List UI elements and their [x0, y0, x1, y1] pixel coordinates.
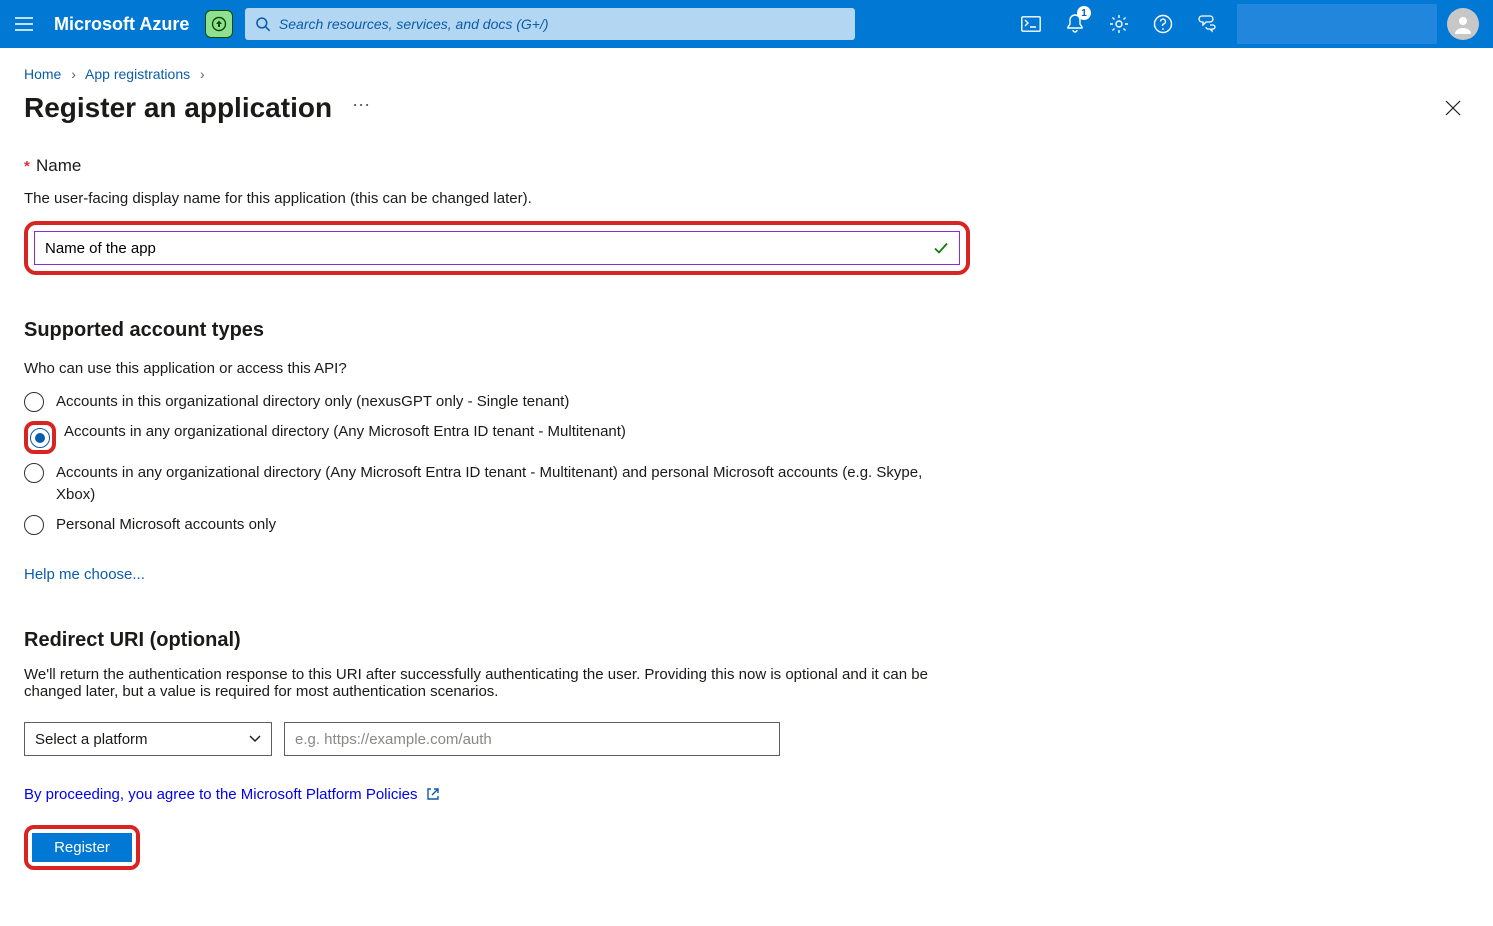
global-search[interactable]: [245, 8, 855, 40]
radio-personal-only[interactable]: Personal Microsoft accounts only: [24, 514, 956, 536]
avatar-button[interactable]: [1447, 8, 1479, 40]
register-button[interactable]: Register: [32, 833, 132, 862]
radio-label: Personal Microsoft accounts only: [56, 514, 276, 536]
breadcrumb-home[interactable]: Home: [24, 66, 61, 82]
notifications-button[interactable]: 1: [1053, 0, 1097, 48]
radio-multitenant[interactable]: Accounts in any organizational directory…: [24, 421, 956, 454]
close-button[interactable]: [1437, 92, 1469, 124]
platform-select[interactable]: Select a platform: [24, 722, 272, 756]
radio-icon: [24, 463, 44, 483]
global-search-input[interactable]: [271, 16, 845, 32]
register-highlight: Register: [24, 825, 140, 870]
account-types-radio-group: Accounts in this organizational director…: [24, 391, 956, 536]
name-input[interactable]: [45, 240, 933, 257]
form-body: * Name The user-facing display name for …: [0, 124, 980, 894]
top-bar: Microsoft Azure 1: [0, 0, 1493, 48]
policies-text: By proceeding, you agree to the Microsof…: [24, 786, 418, 803]
radio-label: Accounts in any organizational directory…: [56, 462, 956, 506]
chevron-right-icon: ›: [71, 66, 76, 82]
redirect-uri-description: We'll return the authentication response…: [24, 666, 944, 700]
person-icon: [1453, 14, 1473, 34]
feedback-icon: [1197, 14, 1217, 34]
radio-multitenant-personal[interactable]: Accounts in any organizational directory…: [24, 462, 956, 506]
cloud-shell-button[interactable]: [1009, 0, 1053, 48]
name-label-row: * Name: [24, 156, 956, 176]
search-icon: [255, 16, 271, 32]
chevron-down-icon: [249, 735, 261, 743]
radio-icon: [24, 515, 44, 535]
external-link-icon: [426, 787, 440, 801]
radio-label: Accounts in this organizational director…: [56, 391, 569, 413]
radio-icon: [24, 392, 44, 412]
radio-highlight: [24, 421, 56, 454]
required-mark: *: [24, 158, 30, 175]
name-description: The user-facing display name for this ap…: [24, 190, 956, 207]
redirect-uri-input[interactable]: [284, 722, 780, 756]
page-title: Register an application: [24, 92, 332, 124]
radio-icon: [30, 428, 50, 448]
more-actions-button[interactable]: ⋯: [352, 95, 372, 122]
radio-single-tenant[interactable]: Accounts in this organizational director…: [24, 391, 956, 413]
feedback-button[interactable]: [1185, 0, 1229, 48]
account-types-heading: Supported account types: [24, 319, 956, 342]
notification-badge: 1: [1077, 6, 1091, 20]
hamburger-icon: [15, 17, 33, 31]
name-highlight: [24, 221, 970, 275]
radio-label: Accounts in any organizational directory…: [64, 421, 626, 443]
help-me-choose-link[interactable]: Help me choose...: [24, 566, 145, 583]
arrow-up-circle-icon: [211, 16, 227, 32]
help-icon: [1153, 14, 1173, 34]
redirect-uri-heading: Redirect URI (optional): [24, 629, 956, 652]
title-row: Register an application ⋯: [0, 82, 1493, 124]
platform-policies-link[interactable]: By proceeding, you agree to the Microsof…: [24, 786, 440, 803]
help-button[interactable]: [1141, 0, 1185, 48]
check-icon: [933, 240, 949, 256]
account-info[interactable]: [1237, 4, 1437, 44]
gear-icon: [1109, 14, 1129, 34]
upgrade-button[interactable]: [205, 10, 233, 38]
breadcrumb: Home › App registrations ›: [0, 48, 1493, 82]
account-types-question: Who can use this application or access t…: [24, 360, 956, 377]
chevron-right-icon: ›: [200, 66, 205, 82]
settings-button[interactable]: [1097, 0, 1141, 48]
breadcrumb-app-registrations[interactable]: App registrations: [85, 66, 190, 82]
cloud-shell-icon: [1021, 16, 1041, 32]
name-input-wrapper[interactable]: [34, 231, 960, 265]
name-label: Name: [36, 156, 81, 175]
brand-label[interactable]: Microsoft Azure: [54, 14, 189, 35]
hamburger-menu-button[interactable]: [0, 0, 48, 48]
close-icon: [1445, 100, 1461, 116]
platform-select-value: Select a platform: [35, 731, 148, 748]
